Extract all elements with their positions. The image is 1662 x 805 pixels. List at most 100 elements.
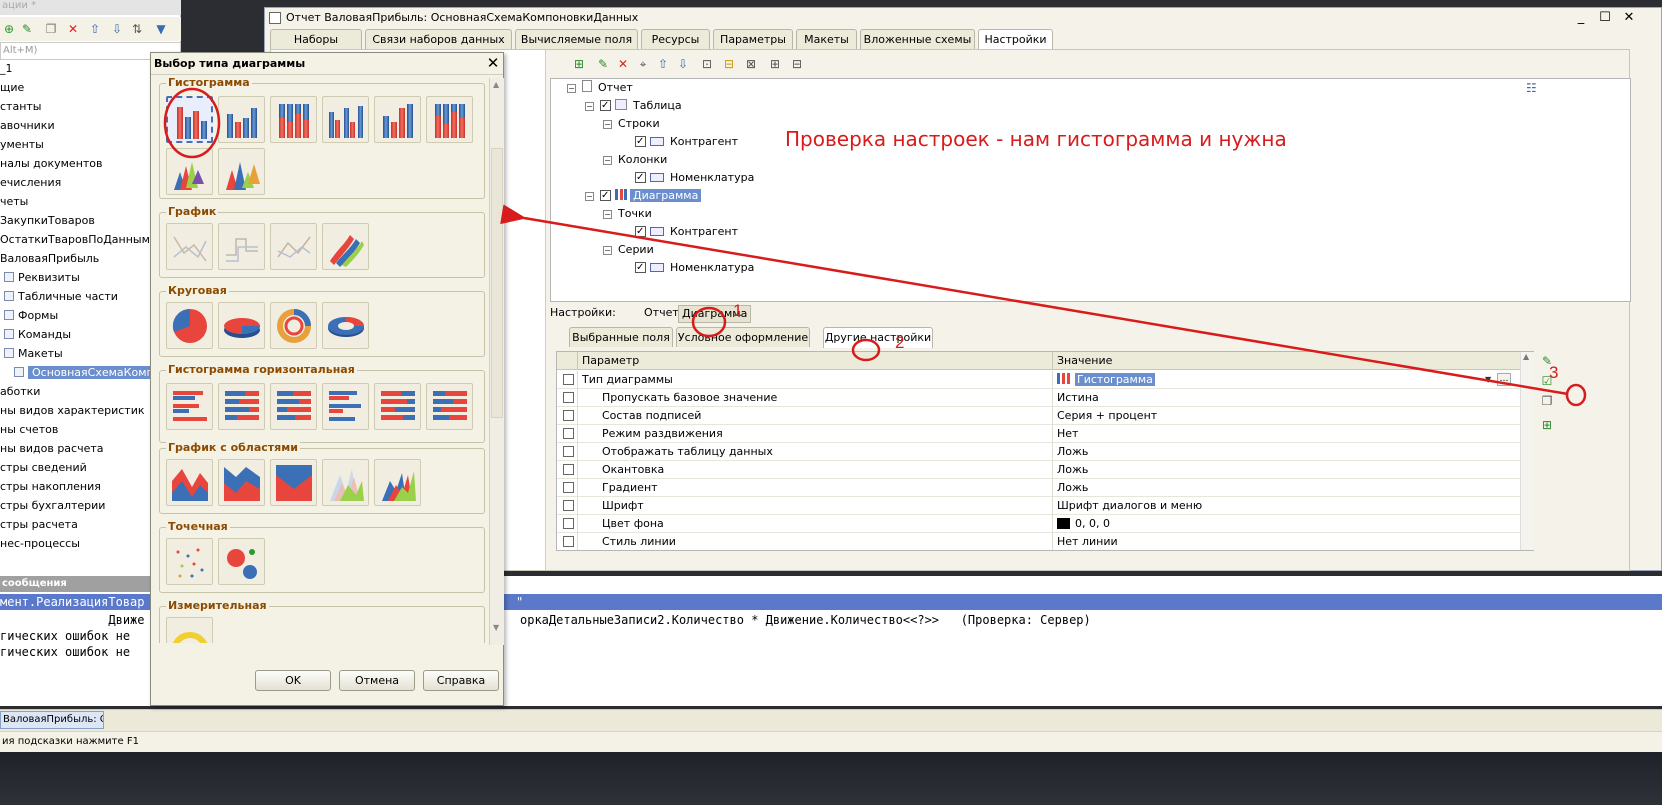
filter-icon[interactable]: ▼	[154, 22, 168, 36]
move-up-icon[interactable]: ⇧	[88, 22, 102, 36]
delete-icon[interactable]: ✕	[616, 57, 630, 71]
tree-item[interactable]: щие	[0, 79, 24, 97]
tree-item[interactable]: ны счетов	[0, 421, 58, 439]
column-header-parameter[interactable]: Параметр	[577, 352, 1052, 370]
grid-row[interactable]: Цвет фона 0, 0, 0	[557, 515, 1533, 533]
tree-item[interactable]: стры сведений	[0, 459, 87, 477]
tab-calculated-fields[interactable]: Вычисляемые поля	[515, 29, 638, 49]
grid-row[interactable]: Состав подписей Серия + процент	[557, 407, 1533, 425]
grid-row[interactable]: Стиль линии Нет линии	[557, 533, 1533, 550]
chart-type-bar-normalized[interactable]	[426, 383, 473, 430]
tree-item[interactable]: ументы	[0, 136, 44, 154]
tree-item[interactable]: Команды	[2, 326, 71, 344]
tree-item[interactable]: стры накопления	[0, 478, 101, 496]
row-value[interactable]: Ложь	[1052, 461, 1088, 479]
chart-type-step[interactable]	[218, 223, 265, 270]
tree-item[interactable]: стры расчета	[0, 516, 78, 534]
use-all-icon[interactable]: ☑	[1540, 374, 1554, 388]
row-checkbox[interactable]	[563, 536, 574, 547]
chart-type-area-normalized[interactable]	[270, 459, 317, 506]
tree-item[interactable]: ечисления	[0, 174, 61, 192]
row-value[interactable]: Шрифт диалогов и меню	[1052, 497, 1202, 515]
row-value[interactable]: 0, 0, 0	[1052, 515, 1110, 533]
tab-settings[interactable]: Настройки	[978, 29, 1053, 50]
move-down-icon[interactable]: ⇩	[110, 22, 124, 36]
scroll-up-icon[interactable]: ▲	[493, 80, 499, 89]
scroll-down-icon[interactable]: ▼	[493, 623, 499, 632]
grid-row[interactable]: Режим раздвижения Нет	[557, 425, 1533, 443]
chart-type-area-stacked[interactable]	[218, 459, 265, 506]
chart-type-bar-stacked[interactable]	[270, 383, 317, 430]
structure-icon[interactable]: ⊠	[744, 57, 758, 71]
find-icon[interactable]: ⌖	[636, 57, 650, 71]
tab-datasets[interactable]: Наборы данных	[270, 29, 362, 65]
delete-icon[interactable]: ✕	[66, 22, 80, 36]
chart-type-bubble[interactable]	[218, 538, 265, 585]
tree-item[interactable]: Реквизиты	[2, 269, 80, 287]
tree-node-table[interactable]: − Таблица	[585, 97, 682, 115]
tree-node-points[interactable]: − Точки	[603, 205, 652, 223]
chart-type-ring-3d[interactable]	[322, 302, 369, 349]
edit-icon[interactable]: ✎	[596, 57, 610, 71]
tree-node-rows-field[interactable]: Контрагент	[635, 133, 738, 151]
tree-node-report[interactable]: − Отчет	[567, 79, 633, 97]
chart-type-area-3d-stacked[interactable]	[374, 459, 421, 506]
row-checkbox[interactable]	[563, 500, 574, 511]
tree-item[interactable]: стры бухгалтерии	[0, 497, 105, 515]
chart-type-scatter[interactable]	[166, 538, 213, 585]
field-checkbox[interactable]	[635, 259, 646, 277]
chart-type-line-smooth[interactable]	[270, 223, 317, 270]
diagram-checkbox[interactable]	[600, 187, 611, 205]
collapse-icon[interactable]: −	[603, 246, 612, 255]
help-button[interactable]: Справка	[423, 670, 499, 691]
minimize-icon[interactable]: _	[1573, 8, 1589, 28]
tree-item[interactable]: Табличные части	[2, 288, 118, 306]
tab-nested-schemas[interactable]: Вложенные схемы	[860, 29, 975, 49]
grid-row[interactable]: Тип диаграммы Гистограмма ▼…	[557, 371, 1533, 389]
chart-type-bar-3d[interactable]	[218, 383, 265, 430]
tree-item[interactable]: станты	[0, 98, 41, 116]
row-value[interactable]: Нет линии	[1052, 533, 1118, 550]
tree-node-columns[interactable]: − Колонки	[603, 151, 667, 169]
chart-type-pie[interactable]	[166, 302, 213, 349]
tab-templates[interactable]: Макеты	[796, 29, 857, 49]
tree-item[interactable]: ны видов характеристик	[0, 402, 145, 420]
tab-other-settings[interactable]: Другие настройки	[823, 327, 933, 348]
tab-conditional-appearance[interactable]: Условное оформление	[676, 327, 810, 347]
row-checkbox[interactable]	[563, 392, 574, 403]
close-icon[interactable]: ✕	[484, 54, 502, 72]
row-value[interactable]: Нет	[1052, 425, 1078, 443]
row-value[interactable]: Ложь	[1052, 443, 1088, 461]
collapse-icon[interactable]: −	[603, 156, 612, 165]
row-checkbox[interactable]	[563, 410, 574, 421]
row-value[interactable]: Серия + процент	[1052, 407, 1157, 425]
edit-icon[interactable]: ✎	[20, 22, 34, 36]
tree-node-series-field[interactable]: Номенклатура	[635, 259, 754, 277]
row-value[interactable]: Истина	[1052, 389, 1099, 407]
row-value[interactable]: Ложь	[1052, 479, 1088, 497]
tab-selected-fields[interactable]: Выбранные поля	[569, 327, 673, 347]
scroll-thumb[interactable]	[491, 148, 503, 418]
chart-type-histogram-stacked-3d[interactable]	[374, 96, 421, 143]
chart-type-histogram-normalized[interactable]	[426, 96, 473, 143]
collapse-icon[interactable]: −	[585, 102, 594, 111]
tab-parameters[interactable]: Параметры	[713, 29, 793, 49]
row-checkbox[interactable]	[563, 374, 574, 385]
tree-item[interactable]: ВаловаяПрибыль	[0, 250, 99, 268]
row-checkbox[interactable]	[563, 464, 574, 475]
row-checkbox[interactable]	[563, 446, 574, 457]
group-icon[interactable]: ⊟	[722, 57, 736, 71]
maximize-icon[interactable]: ☐	[1597, 8, 1613, 28]
move-down-icon[interactable]: ⇩	[676, 57, 690, 71]
collapse-icon[interactable]: −	[585, 192, 594, 201]
tree-item[interactable]: ны видов расчета	[0, 440, 104, 458]
chart-type-histogram-3d-wide[interactable]	[322, 96, 369, 143]
chart-type-histogram[interactable]	[166, 96, 213, 143]
ok-button[interactable]: OK	[255, 670, 331, 691]
settings-item-diagram[interactable]: Диаграмма	[678, 305, 752, 323]
dropdown-arrow-icon[interactable]: ▼	[1485, 371, 1491, 389]
close-icon[interactable]: ✕	[1621, 8, 1637, 28]
tab-resources[interactable]: Ресурсы	[641, 29, 710, 49]
chart-type-ring[interactable]	[270, 302, 317, 349]
add-grouping-icon[interactable]: ⊞	[572, 57, 586, 71]
